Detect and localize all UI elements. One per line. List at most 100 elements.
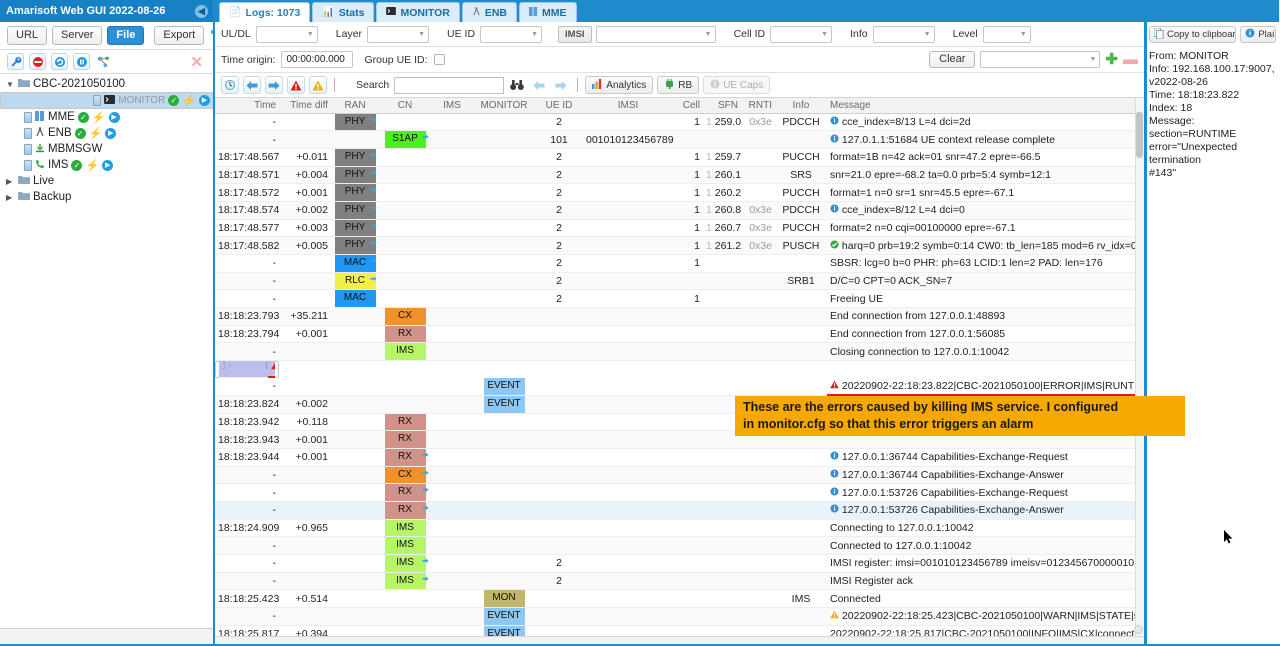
warning-icon[interactable] [309, 76, 327, 94]
table-row[interactable]: 18:18:23.794 +0.001 RX End connection from … [215, 325, 1144, 344]
table-row[interactable]: 18:17:48.572 +0.001 PHY 2 1 1 260.2 PUCCH forma… [215, 183, 1144, 202]
plus-icon[interactable]: ✚ [1105, 52, 1118, 67]
table-row[interactable]: - PHY 2 1 1 259.0 0x3e PDCCH cce_index=8/13 L=… [215, 113, 1144, 132]
sidebar-item-mbmsgw[interactable]: MBMSGW [0, 141, 214, 157]
uldl-select[interactable]: ▼ [255, 25, 318, 43]
col-monitor[interactable]: MONITOR [473, 98, 535, 114]
table-row[interactable]: - IMS Connected to 127.0.0.1:10042 [215, 536, 1144, 555]
table-row[interactable]: 18:18:24.909 +0.965 IMS Connecting to 127.0… [215, 519, 1144, 538]
table-row[interactable]: - CX 127.0.0.1:36744 Capabilities-Exchang… [215, 466, 1144, 485]
play-icon[interactable]: ▶ [108, 111, 120, 123]
caret-right-icon[interactable]: ▶ [6, 177, 15, 186]
file-button[interactable]: File [107, 26, 145, 45]
minus-icon[interactable]: ▬ [1123, 52, 1138, 67]
sidebar-item-enb[interactable]: ENB ✓ ⚡ ▶ [0, 125, 214, 141]
search-input[interactable] [394, 76, 505, 94]
col-imsi[interactable]: IMSI [583, 98, 673, 114]
col-ims[interactable]: IMS [431, 98, 473, 114]
tab-logs[interactable]: 📄 Logs: 1073 [219, 2, 311, 22]
table-row[interactable]: 18:17:48.571 +0.004 PHY 2 1 1 260.1 SRS snr=21.… [215, 166, 1144, 185]
col-cn[interactable]: CN [379, 98, 431, 114]
url-button[interactable]: URL [7, 26, 48, 45]
col-time[interactable]: Time [215, 98, 279, 114]
rb-button[interactable]: RB [657, 76, 700, 94]
table-row[interactable]: - RLC 2 SRB1 D/C=0 CPT=0 ACK_SN=7 [215, 272, 1144, 291]
scrollbar-thumb[interactable] [1136, 112, 1143, 158]
table-row[interactable]: 18:17:48.567 +0.011 PHY 2 1 1 259.7 PUCCH forma… [215, 148, 1144, 167]
table-row[interactable]: - EVENT 20220902-22:18:25.423|CBC-2021050… [215, 607, 1144, 626]
col-sfn[interactable]: SFN [703, 98, 741, 114]
search-prev-icon[interactable] [530, 76, 548, 94]
table-row[interactable]: 18:18:23.822+0.028MONIMS section=RUNTIME… [215, 361, 279, 379]
col-time-diff[interactable]: Time diff [279, 98, 331, 114]
table-row[interactable]: 18:17:48.582 +0.005 PHY 2 1 1 261.2 0x3e PUSCH … [215, 236, 1144, 255]
table-row[interactable]: 18:17:48.577 +0.003 PHY 2 1 1 260.7 0x3e PUCCH f… [215, 219, 1144, 238]
ueid-select[interactable]: ▼ [480, 25, 543, 43]
imsi-select[interactable]: ▼ [595, 25, 716, 43]
level-select[interactable]: ▼ [982, 25, 1031, 43]
col-rnti[interactable]: RNTI [741, 98, 775, 114]
chevron-left-icon[interactable]: ◀ [195, 4, 208, 18]
tab-enb[interactable]: ENB [461, 2, 518, 22]
col-message[interactable]: Message [827, 98, 1144, 114]
caret-down-icon[interactable]: ▼ [6, 80, 15, 89]
play-icon[interactable]: ▶ [199, 95, 210, 106]
binoculars-icon[interactable] [508, 76, 526, 94]
table-row[interactable]: - IMS 2 IMSI register: imsi=001010123456789… [215, 554, 1144, 573]
imsi-button[interactable]: IMSI [558, 25, 592, 43]
cellid-select[interactable]: ▼ [770, 25, 833, 43]
sidebar-item-ims[interactable]: IMS ✓ ⚡ ▶ [0, 157, 214, 173]
clear-button[interactable]: Clear [929, 51, 976, 68]
time-origin-input[interactable]: 00:00:00.000 [281, 51, 354, 68]
plain-button[interactable]: Plai [1240, 26, 1276, 43]
table-row[interactable]: 18:18:23.944 +0.001 RX 127.0.0.1:36744 Cap… [215, 448, 1144, 467]
ue-caps-button[interactable]: UE Caps [703, 76, 771, 94]
col-ue-id[interactable]: UE ID [535, 98, 583, 114]
pause-icon[interactable] [73, 53, 90, 70]
tab-monitor[interactable]: MONITOR [376, 2, 460, 22]
col-cell[interactable]: Cell [673, 98, 703, 114]
table-row[interactable]: - S1AP 101 001010123456789 127.0.1.1:51684 … [215, 130, 1144, 149]
group-ue-checkbox[interactable] [433, 54, 445, 65]
table-row[interactable]: - RX 127.0.0.1:53726 Capabilities-Exchang… [215, 501, 1144, 520]
close-icon[interactable]: ✕ [190, 53, 207, 71]
arrow-left-icon[interactable] [243, 76, 261, 94]
table-row[interactable]: 18:18:25.817 +0.394 EVENT 20220902-22:18:25… [215, 625, 1144, 636]
stop-icon[interactable] [29, 53, 46, 70]
server-button[interactable]: Server [52, 26, 103, 45]
tab-mme[interactable]: MME [519, 2, 577, 22]
vertical-scrollbar[interactable] [1134, 98, 1144, 636]
info-select[interactable]: ▼ [872, 25, 935, 43]
tree-folder-live[interactable]: ▶ Live [0, 173, 214, 189]
table-row[interactable]: - EVENT 20220902-22:18:23.822|CBC-2021050… [215, 378, 1144, 397]
play-icon[interactable]: ▶ [105, 127, 117, 139]
col-ran[interactable]: RAN [331, 98, 379, 114]
search-next-icon[interactable] [552, 76, 570, 94]
tab-stats[interactable]: 📊 Stats [312, 2, 375, 22]
analytics-button[interactable]: Analytics [585, 76, 654, 94]
export-button[interactable]: Export [154, 26, 205, 45]
sidebar-item-mme[interactable]: MME ✓ ⚡ ▶ [0, 109, 214, 125]
arrow-right-icon[interactable] [265, 76, 283, 94]
wrench-icon[interactable] [7, 53, 24, 70]
table-row[interactable]: 18:18:23.793 +35.211 CX End connection from… [215, 307, 1144, 326]
copy-to-clipboard-button[interactable]: Copy to clipboard [1149, 26, 1237, 43]
col-info[interactable]: Info [775, 98, 827, 114]
play-icon[interactable]: ▶ [102, 159, 114, 171]
table-row[interactable]: - RX 127.0.0.1:53726 Capabilities-Exchang… [215, 483, 1144, 502]
clock-icon[interactable] [221, 76, 239, 94]
tree-folder-cbc[interactable]: ▼ CBC-2021050100 [0, 76, 214, 92]
layer-select[interactable]: ▼ [367, 25, 430, 43]
caret-right-icon[interactable]: ▶ [6, 193, 15, 202]
table-row[interactable]: 18:18:25.423 +0.514 MON IMS Connected [215, 589, 1144, 609]
table-row[interactable]: - IMS 2 IMSI Register ack [215, 572, 1144, 591]
table-row[interactable]: - IMS Closing connection to 127.0.0.1:1004… [215, 342, 1144, 362]
table-row[interactable]: - MAC 2 1 Freeing UE [215, 289, 1144, 309]
refresh-icon[interactable] [51, 53, 68, 70]
table-row[interactable]: 18:17:48.574 +0.002 PHY 2 1 1 260.8 0x3e PDCCH … [215, 201, 1144, 220]
tree-folder-backup[interactable]: ▶ Backup [0, 189, 214, 205]
network-icon[interactable] [95, 53, 112, 70]
sidebar-item-monitor[interactable]: MONITOR ✓ ⚡ ▶ [0, 92, 214, 109]
preset-select[interactable]: ▼ [980, 51, 1101, 68]
scroll-down-button[interactable] [1134, 625, 1143, 634]
